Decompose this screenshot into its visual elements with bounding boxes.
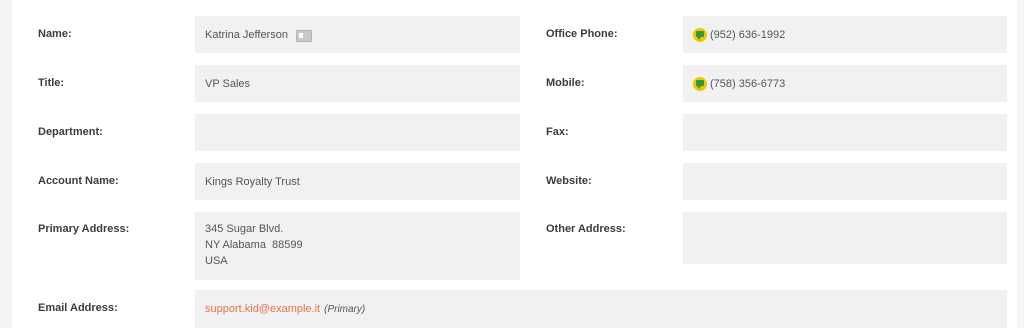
department-field xyxy=(195,114,520,151)
other-address-field xyxy=(683,212,1007,264)
email-link[interactable]: support.kid@example.it xyxy=(205,303,320,315)
name-label: Name: xyxy=(38,28,72,40)
email-primary-tag: (Primary) xyxy=(324,303,366,315)
website-field xyxy=(683,163,1007,200)
name-value: Katrina Jefferson xyxy=(205,28,288,41)
office-phone-label: Office Phone: xyxy=(546,28,618,40)
office-phone-value[interactable]: (952) 636-1992 xyxy=(710,29,785,41)
mobile-field: (758) 356-6773 xyxy=(683,65,1007,102)
primary-address-label: Primary Address: xyxy=(38,223,130,235)
fax-label: Fax: xyxy=(546,126,569,138)
email-label: Email Address: xyxy=(38,302,118,314)
phone-icon[interactable] xyxy=(693,27,707,42)
primary-address-field: 345 Sugar Blvd. NY Alabama 88599 USA xyxy=(195,212,520,280)
account-name-field: Kings Royalty Trust xyxy=(195,163,520,200)
department-label: Department: xyxy=(38,126,103,138)
title-field: VP Sales xyxy=(195,65,520,102)
account-name-link[interactable]: Kings Royalty Trust xyxy=(205,176,300,188)
name-field: Katrina Jefferson xyxy=(195,16,520,53)
mobile-value[interactable]: (758) 356-6773 xyxy=(710,78,785,90)
account-name-label: Account Name: xyxy=(38,175,119,187)
address-city-state-zip: NY Alabama 88599 xyxy=(205,239,303,251)
title-value: VP Sales xyxy=(205,77,251,90)
title-label: Title: xyxy=(38,77,65,89)
other-address-label: Other Address: xyxy=(546,223,626,235)
email-field: support.kid@example.it (Primary) xyxy=(195,290,1007,328)
mobile-label: Mobile: xyxy=(546,77,585,89)
address-street: 345 Sugar Blvd. xyxy=(205,223,284,235)
phone-icon[interactable] xyxy=(693,76,707,91)
address-country: USA xyxy=(205,255,228,267)
office-phone-field: (952) 636-1992 xyxy=(683,16,1007,53)
fax-field xyxy=(683,114,1007,151)
website-label: Website: xyxy=(546,175,592,187)
vcard-icon[interactable] xyxy=(295,29,312,42)
